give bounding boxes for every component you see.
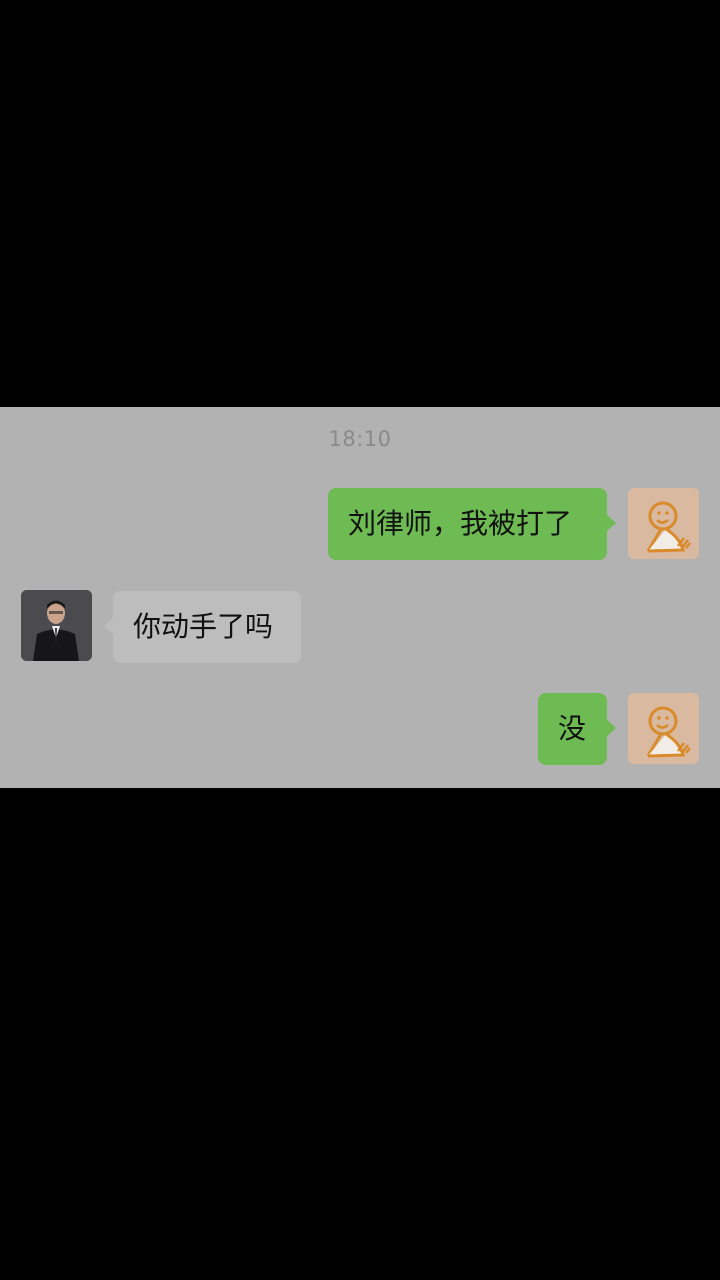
message-text: 你动手了吗 [133, 610, 274, 643]
chat-screenshot: 18:10 刘律师，我被打了 你动手了吗 没 [0, 407, 720, 788]
outgoing-message-bubble[interactable]: 没 [538, 693, 616, 765]
doodle-person-icon[interactable] [628, 693, 699, 764]
incoming-message-bubble[interactable]: 你动手了吗 [104, 591, 301, 663]
doodle-person-icon[interactable] [628, 488, 699, 559]
message-text: 刘律师，我被打了 [348, 507, 573, 540]
lawyer-avatar[interactable] [21, 590, 92, 661]
outgoing-message-bubble[interactable]: 刘律师，我被打了 [328, 488, 616, 560]
message-text: 没 [558, 712, 587, 745]
letterbox-frame: 18:10 刘律师，我被打了 你动手了吗 没 [0, 0, 720, 1280]
message-timestamp: 18:10 [328, 427, 392, 451]
